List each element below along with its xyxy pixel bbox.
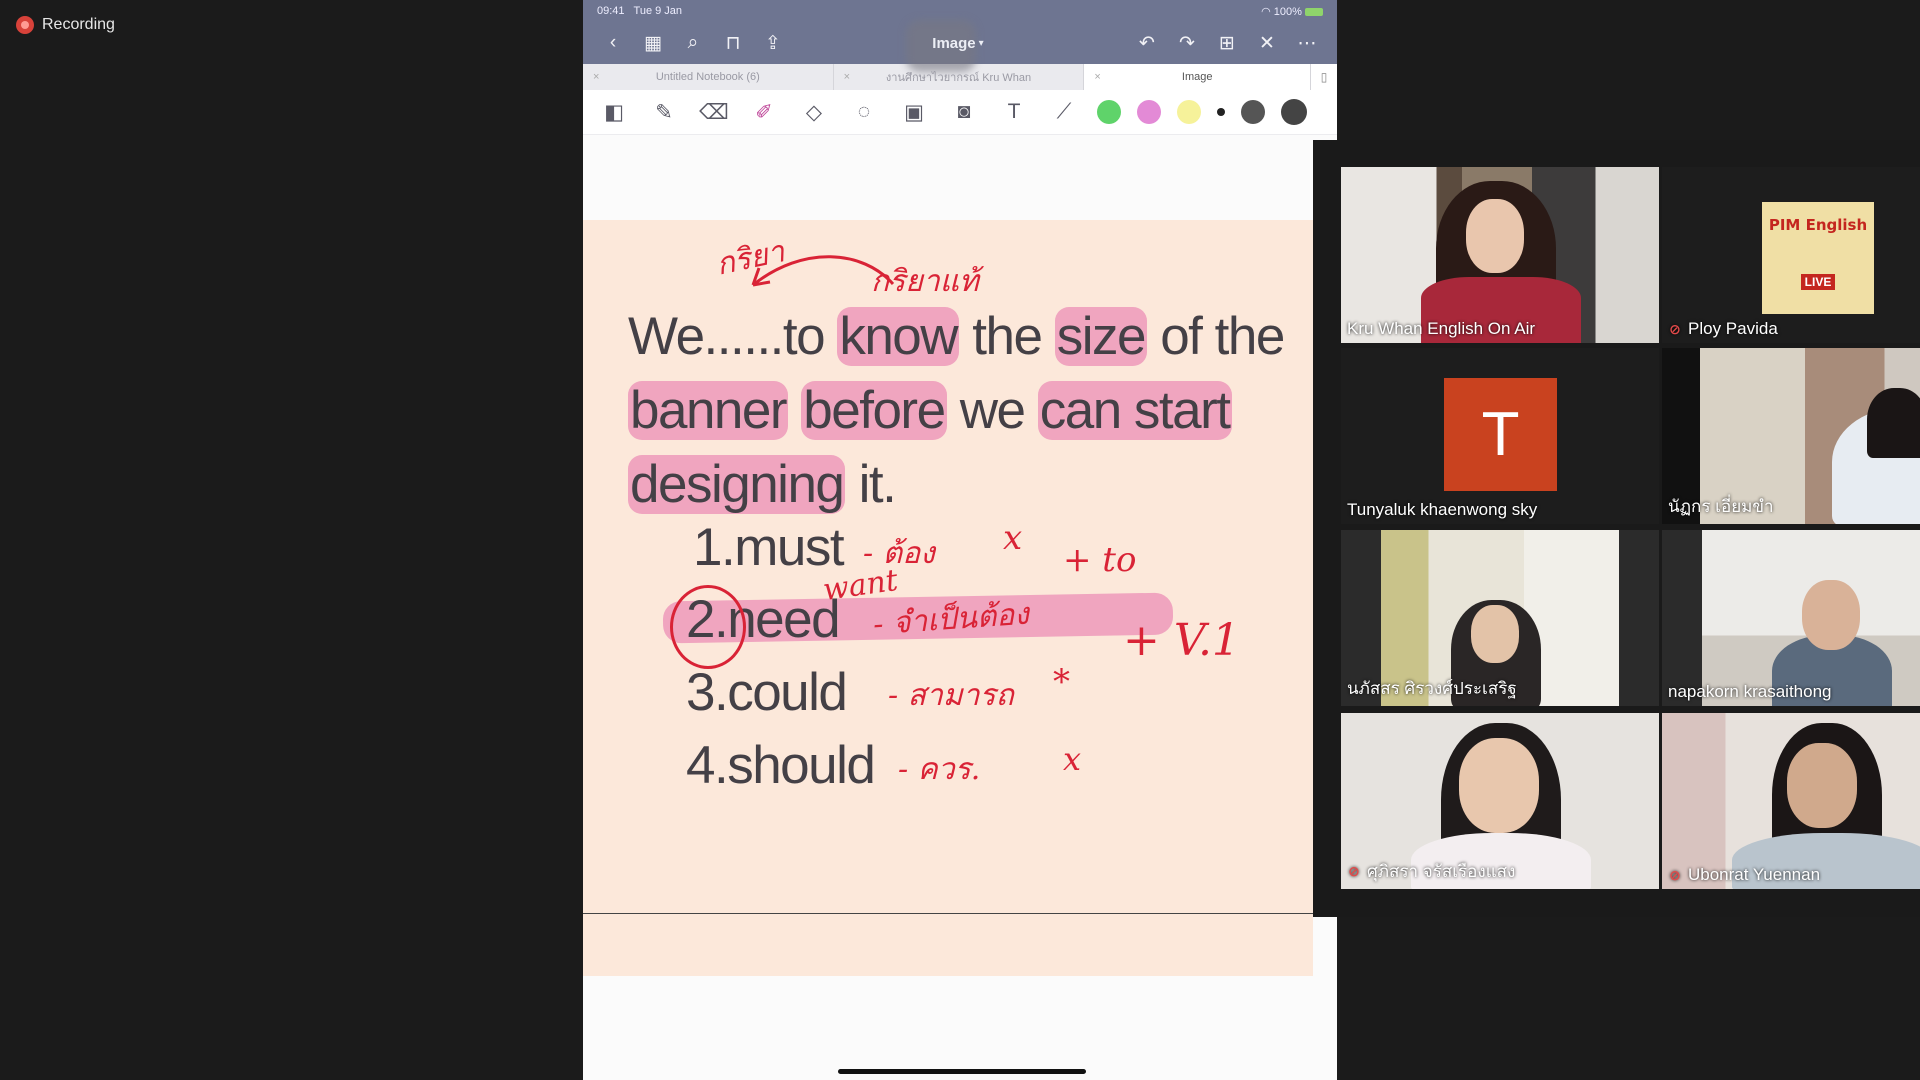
add-page-icon[interactable]: ⊞ — [1207, 22, 1247, 64]
option-must: 1.must — [693, 518, 845, 577]
highlight-banner: banner — [628, 381, 789, 440]
annotation-plus-v1: + V.1 — [1123, 615, 1240, 666]
tab-close-icon[interactable]: × — [1094, 71, 1100, 83]
participant-name: Ubonrat Yuennan — [1688, 865, 1821, 884]
participant-name: Kru Whan English On Air — [1347, 319, 1536, 338]
app-top-bar: ‹ ▦ ⌕ ⊓ ⇪ Image ▾ ↶ ↷ ⊞ ✕ ⋯ — [583, 20, 1337, 72]
participant-face — [1471, 605, 1519, 663]
highlight-designing: designing — [628, 455, 846, 514]
participant-face — [1466, 199, 1524, 273]
participant-name: นภัสสร ศิรวงศ์ประเสริฐ — [1347, 679, 1517, 698]
tab-grammar-notes[interactable]: × งานศึกษาไวยากรณ์ Kru Whan — [834, 64, 1085, 90]
battery-icon — [1305, 7, 1323, 16]
participant-name: Ploy Pavida — [1688, 319, 1778, 338]
mic-muted-icon: ⊘ — [1348, 863, 1360, 879]
mic-muted-icon: ⊘ — [1669, 320, 1681, 337]
record-icon — [16, 16, 34, 34]
video-gallery: Kru Whan English On Air PIM English LIVE… — [1313, 140, 1920, 917]
annotation-main-verb: กริยาแท้ — [871, 264, 979, 299]
camera-icon[interactable]: ◙ — [939, 92, 989, 132]
sidebar-toggle-icon[interactable]: ◧ — [589, 92, 639, 132]
participant-tile[interactable]: napakorn krasaithong — [1662, 530, 1920, 706]
tab-close-icon[interactable]: × — [593, 71, 599, 83]
split-view-icon[interactable]: ▯ — [1311, 64, 1337, 90]
circle-mark — [670, 585, 746, 669]
laser-pointer-icon[interactable]: ⟋ — [1039, 92, 1089, 132]
avatar: T — [1444, 378, 1557, 491]
status-date: Tue 9 Jan — [633, 5, 683, 17]
ipad-status-bar: 09:41 Tue 9 Jan ◠ 100% — [583, 0, 1337, 22]
participant-name: ศุภิสรา จรัสเรืองแสง — [1367, 862, 1516, 881]
participant-tile[interactable]: นภัสสร ศิรวงศ์ประเสริฐ — [1341, 530, 1659, 706]
highlight-can-start: can start — [1037, 381, 1232, 440]
color-swatch-green[interactable] — [1097, 100, 1121, 124]
chevron-down-icon: ▾ — [978, 37, 984, 49]
eraser-icon[interactable]: ⌫ — [689, 92, 739, 132]
text-icon[interactable]: T — [989, 92, 1039, 132]
color-swatch-pink[interactable] — [1137, 100, 1161, 124]
lesson-sentence: We......to know the size of the banner b… — [628, 307, 1285, 514]
participant-face — [1802, 580, 1860, 650]
participant-name: napakorn krasaithong — [1668, 682, 1832, 701]
participant-face — [1787, 743, 1857, 828]
annotation-could-meaning: - สามารถ — [888, 678, 1014, 713]
tab-image[interactable]: × Image — [1084, 64, 1312, 90]
grid-icon[interactable]: ▦ — [633, 22, 673, 64]
highlight-size: size — [1054, 307, 1147, 366]
drawing-toolbar: ◧ ✎ ⌫ ✐ ◇ ◌ ▣ ◙ T ⟋ — [583, 90, 1337, 135]
participant-profile-image: PIM English LIVE — [1762, 202, 1874, 314]
stroke-size-small[interactable] — [1217, 108, 1225, 116]
participant-face — [1459, 738, 1539, 833]
participant-tile[interactable]: T Tunyaluk khaenwong sky — [1341, 348, 1659, 524]
annotation-should-meaning: - ควร. — [898, 752, 981, 787]
participant-name: Tunyaluk khaenwong sky — [1347, 500, 1538, 519]
participant-tile[interactable]: Kru Whan English On Air — [1341, 167, 1659, 343]
participant-tile[interactable]: PIM English LIVE ⊘ Ploy Pavida — [1662, 167, 1920, 343]
annotation-x-must: x — [1003, 518, 1023, 558]
next-page-area — [583, 914, 1313, 976]
highlight-before: before — [801, 381, 947, 440]
pen-icon[interactable]: ✎ — [639, 92, 689, 132]
close-icon[interactable]: ✕ — [1247, 22, 1287, 64]
lasso-icon[interactable]: ◌ — [839, 92, 889, 132]
stroke-size-medium[interactable] — [1241, 100, 1265, 124]
stroke-size-large[interactable] — [1281, 99, 1307, 125]
participant-name: นัฏกร เอี่ยมขำ — [1668, 497, 1774, 516]
status-time: 09:41 — [597, 5, 625, 17]
search-icon[interactable]: ⌕ — [673, 22, 713, 64]
redo-icon[interactable]: ↷ — [1167, 22, 1207, 64]
undo-icon[interactable]: ↶ — [1127, 22, 1167, 64]
annotation-plus-to: + to — [1063, 540, 1137, 580]
share-icon[interactable]: ⇪ — [753, 22, 793, 64]
wifi-icon: ◠ — [1261, 5, 1271, 18]
shapes-icon[interactable]: ◇ — [789, 92, 839, 132]
participant-tile[interactable]: ⊘ ศุภิสรา จรัสเรืองแสง — [1341, 713, 1659, 889]
recording-indicator[interactable]: Recording — [16, 16, 115, 34]
highlight-know: know — [837, 307, 960, 366]
participant-tile[interactable]: ⊘ Ubonrat Yuennan — [1662, 713, 1920, 889]
bookmark-icon[interactable]: ⊓ — [713, 22, 753, 64]
participant-tile[interactable]: นัฏกร เอี่ยมขำ — [1662, 348, 1920, 524]
annotation-x-should: x — [1063, 740, 1082, 778]
document-tabs: × Untitled Notebook (6) × งานศึกษาไวยากร… — [583, 64, 1337, 90]
home-indicator[interactable] — [838, 1069, 1086, 1074]
tab-untitled-notebook[interactable]: × Untitled Notebook (6) — [583, 64, 834, 90]
document-title[interactable]: Image ▾ — [906, 20, 998, 72]
back-icon[interactable]: ‹ — [593, 22, 633, 64]
recording-label: Recording — [42, 16, 115, 33]
more-icon[interactable]: ⋯ — [1287, 22, 1327, 64]
shared-screen: 09:41 Tue 9 Jan ◠ 100% ‹ ▦ ⌕ ⊓ ⇪ Image ▾ … — [583, 0, 1337, 1080]
option-should: 4.should — [686, 736, 876, 795]
annotation-star-could: * — [1053, 662, 1070, 702]
option-could: 3.could — [686, 663, 848, 722]
mic-muted-icon: ⊘ — [1669, 866, 1681, 883]
participant-face — [1867, 388, 1920, 458]
tab-close-icon[interactable]: × — [844, 71, 850, 83]
battery-level: 100% — [1273, 5, 1302, 18]
image-icon[interactable]: ▣ — [889, 92, 939, 132]
highlighter-icon[interactable]: ✐ — [739, 92, 789, 132]
color-swatch-yellow[interactable] — [1177, 100, 1201, 124]
